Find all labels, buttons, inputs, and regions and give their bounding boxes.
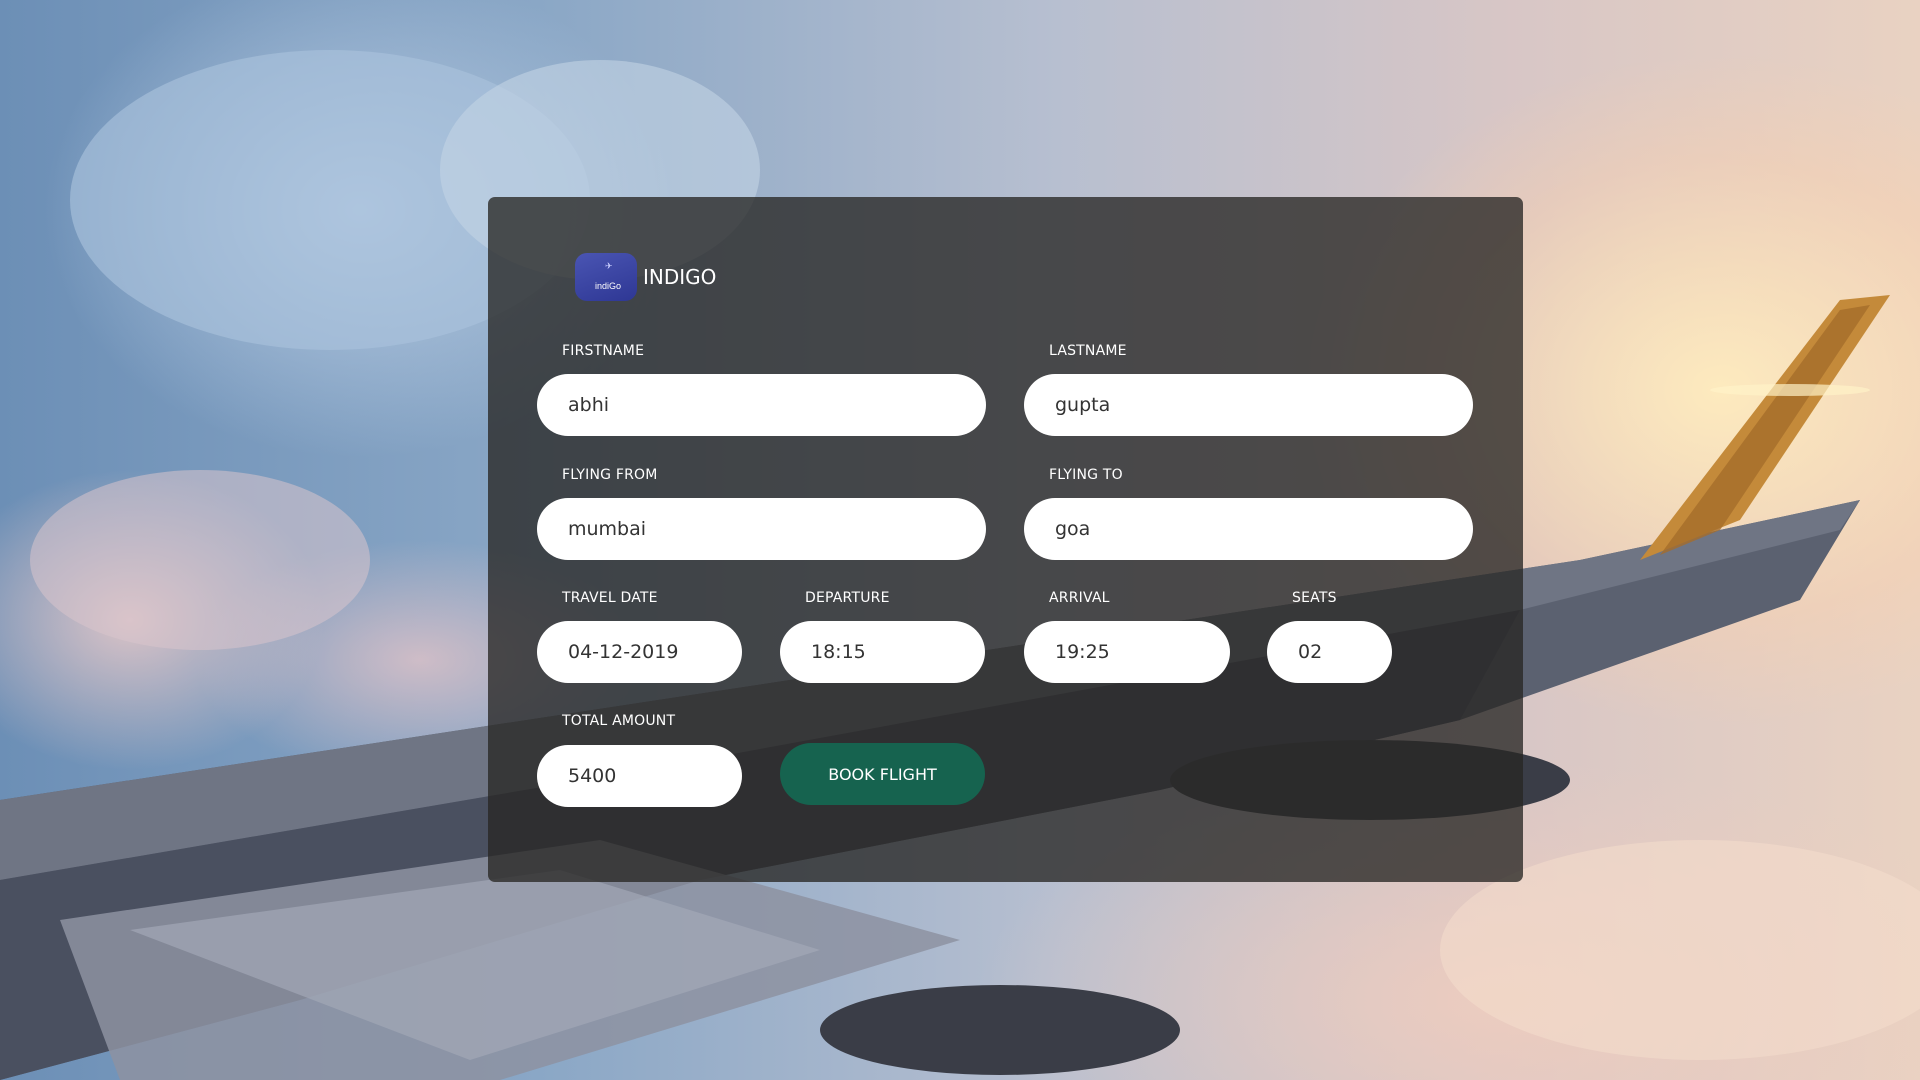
arrival-input[interactable] [1024,621,1230,683]
travel-date-input[interactable] [537,621,742,683]
brand: ✈ indiGo INDIGO [575,253,716,301]
total-amount-label: TOTAL AMOUNT [562,713,676,729]
departure-label: DEPARTURE [805,590,890,606]
brand-name: INDIGO [643,265,717,289]
lastname-label: LASTNAME [1049,343,1127,359]
book-flight-button[interactable]: BOOK FLIGHT [780,743,985,805]
plane-icon: ✈ [605,262,613,272]
lastname-input[interactable] [1024,374,1473,436]
logo-text: indiGo [595,281,622,291]
total-amount-input[interactable] [537,745,742,807]
flying-to-label: FLYING TO [1049,467,1123,483]
flying-to-input[interactable] [1024,498,1473,560]
booking-card: ✈ indiGo INDIGO FIRSTNAME LASTNAME FLYIN… [488,197,1523,882]
arrival-label: ARRIVAL [1049,590,1110,606]
departure-input[interactable] [780,621,985,683]
seats-label: SEATS [1292,590,1337,606]
indigo-logo: ✈ indiGo [575,253,637,301]
seats-input[interactable] [1267,621,1392,683]
firstname-label: FIRSTNAME [562,343,645,359]
flying-from-label: FLYING FROM [562,467,658,483]
travel-date-label: TRAVEL DATE [562,590,658,606]
flying-from-input[interactable] [537,498,986,560]
firstname-input[interactable] [537,374,986,436]
